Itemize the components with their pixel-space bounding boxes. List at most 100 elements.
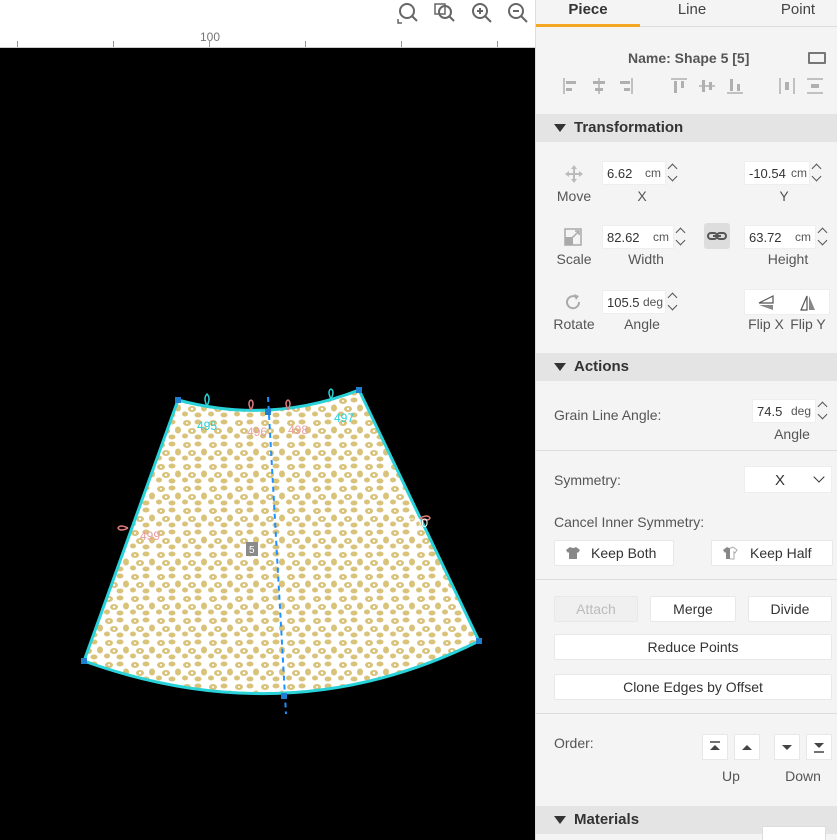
keep-both-button[interactable]: Keep Both xyxy=(554,540,674,566)
flip-y-label: Flip Y xyxy=(790,316,826,332)
corner-handle[interactable] xyxy=(356,387,362,393)
symmetry-label: Symmetry: xyxy=(554,472,621,488)
corner-handle[interactable] xyxy=(175,397,181,403)
horizontal-ruler: 100 xyxy=(0,26,535,48)
rename-icon[interactable] xyxy=(808,52,826,64)
tab-line[interactable]: Line xyxy=(640,0,744,27)
scale-label: Scale xyxy=(556,251,592,267)
corner-handle[interactable] xyxy=(81,658,87,664)
attach-button[interactable]: Attach xyxy=(554,596,638,622)
edge-label: 497 xyxy=(334,411,354,425)
move-down-button[interactable] xyxy=(774,734,800,760)
corner-handle[interactable] xyxy=(476,638,482,644)
grain-angle-sub-label: Angle xyxy=(774,426,810,442)
y-input[interactable]: -10.54 cm xyxy=(744,161,810,185)
angle-input[interactable]: 105.5 deg xyxy=(602,290,666,314)
cancel-symmetry-label: Cancel Inner Symmetry: xyxy=(554,514,705,530)
edge-label: 495 xyxy=(197,419,217,433)
chevron-down-icon xyxy=(813,471,825,483)
transformation-header[interactable]: Transformation xyxy=(536,114,837,142)
width-label: Width xyxy=(628,251,664,267)
arrow-down-icon xyxy=(782,745,792,750)
distribute-horizontal-icon[interactable] xyxy=(778,77,796,95)
move-up-button[interactable] xyxy=(734,734,760,760)
x-spinner[interactable] xyxy=(668,162,678,184)
zoom-selection-icon[interactable] xyxy=(432,1,456,25)
flip-x-icon[interactable] xyxy=(757,294,775,312)
height-spinner[interactable] xyxy=(818,226,828,248)
zoom-in-icon[interactable] xyxy=(470,1,494,25)
clone-edges-button[interactable]: Clone Edges by Offset xyxy=(554,674,832,700)
height-input[interactable]: 63.72 cm xyxy=(744,225,816,249)
shirt-icon xyxy=(566,547,580,559)
distribute-vertical-icon[interactable] xyxy=(806,77,824,95)
ruler-label: 100 xyxy=(200,30,221,44)
flip-buttons xyxy=(744,289,830,315)
arrow-up-icon xyxy=(742,745,752,750)
edge-label: 499 xyxy=(140,529,160,543)
zoom-out-icon[interactable] xyxy=(506,1,530,25)
piece-id-label: 5 xyxy=(249,545,255,556)
tab-point[interactable]: Point xyxy=(748,0,837,27)
collapse-triangle-icon xyxy=(554,124,566,132)
y-spinner[interactable] xyxy=(812,162,822,184)
half-shirt-icon xyxy=(723,546,738,560)
order-label: Order: xyxy=(554,735,594,751)
send-to-back-button[interactable] xyxy=(806,734,832,760)
move-to-top-icon xyxy=(710,741,720,750)
align-right-icon[interactable] xyxy=(616,77,634,95)
align-center-h-icon[interactable] xyxy=(590,77,608,95)
tab-piece[interactable]: Piece xyxy=(536,0,640,27)
keep-half-button[interactable]: Keep Half xyxy=(711,540,833,566)
link-icon xyxy=(707,232,727,240)
scale-icon xyxy=(564,228,582,246)
design-canvas[interactable]: 495 496 498 497 499 500 5 xyxy=(0,48,535,840)
grain-angle-spinner[interactable] xyxy=(818,400,828,422)
width-spinner[interactable] xyxy=(676,226,686,248)
move-to-bottom-icon xyxy=(814,743,824,753)
properties-panel: Piece Line Point Name: Shape 5 [5] Trans… xyxy=(535,0,837,840)
angle-spinner[interactable] xyxy=(668,291,678,313)
symmetry-select[interactable]: X xyxy=(744,466,832,493)
align-bottom-icon[interactable] xyxy=(726,77,744,95)
reduce-points-button[interactable]: Reduce Points xyxy=(554,634,832,660)
edge-label: 500 xyxy=(408,516,428,530)
x-label: X xyxy=(637,188,647,204)
collapse-triangle-icon xyxy=(554,816,566,824)
rotate-icon xyxy=(566,294,581,310)
y-label: Y xyxy=(779,188,789,204)
canvas-toolbar xyxy=(0,0,535,26)
zoom-fit-icon[interactable] xyxy=(396,1,420,25)
bring-to-front-button[interactable] xyxy=(702,734,728,760)
flip-x-label: Flip X xyxy=(748,316,784,332)
lock-ratio-button[interactable] xyxy=(704,223,730,249)
divide-button[interactable]: Divide xyxy=(748,596,832,622)
grain-line-label: Grain Line Angle: xyxy=(554,407,662,423)
alignment-toolbar xyxy=(536,75,837,99)
up-label: Up xyxy=(722,768,740,784)
grain-angle-input[interactable]: 74.5 deg xyxy=(752,399,816,423)
actions-header[interactable]: Actions xyxy=(536,353,837,381)
piece-name-row: Name: Shape 5 [5] xyxy=(536,46,837,70)
move-icon xyxy=(565,165,583,183)
edge-label: 498 xyxy=(288,423,308,437)
flip-y-icon[interactable] xyxy=(799,294,817,312)
edge-label: 496 xyxy=(247,425,267,439)
align-top-icon[interactable] xyxy=(670,77,688,95)
align-left-icon[interactable] xyxy=(562,77,580,95)
height-label: Height xyxy=(767,251,809,267)
angle-label: Angle xyxy=(624,316,660,332)
piece-name: Name: Shape 5 [5] xyxy=(628,50,750,66)
merge-button[interactable]: Merge xyxy=(650,596,736,622)
align-center-v-icon[interactable] xyxy=(698,77,716,95)
panel-tabs: Piece Line Point xyxy=(536,0,837,27)
down-label: Down xyxy=(785,768,821,784)
rotate-label: Rotate xyxy=(553,316,595,332)
grain-handle[interactable] xyxy=(281,693,287,699)
collapse-triangle-icon xyxy=(554,363,566,371)
move-label: Move xyxy=(556,188,592,204)
width-input[interactable]: 82.62 cm xyxy=(602,225,674,249)
grain-handle[interactable] xyxy=(265,409,271,415)
x-input[interactable]: 6.62 cm xyxy=(602,161,666,185)
materials-partial-button[interactable] xyxy=(762,826,826,840)
